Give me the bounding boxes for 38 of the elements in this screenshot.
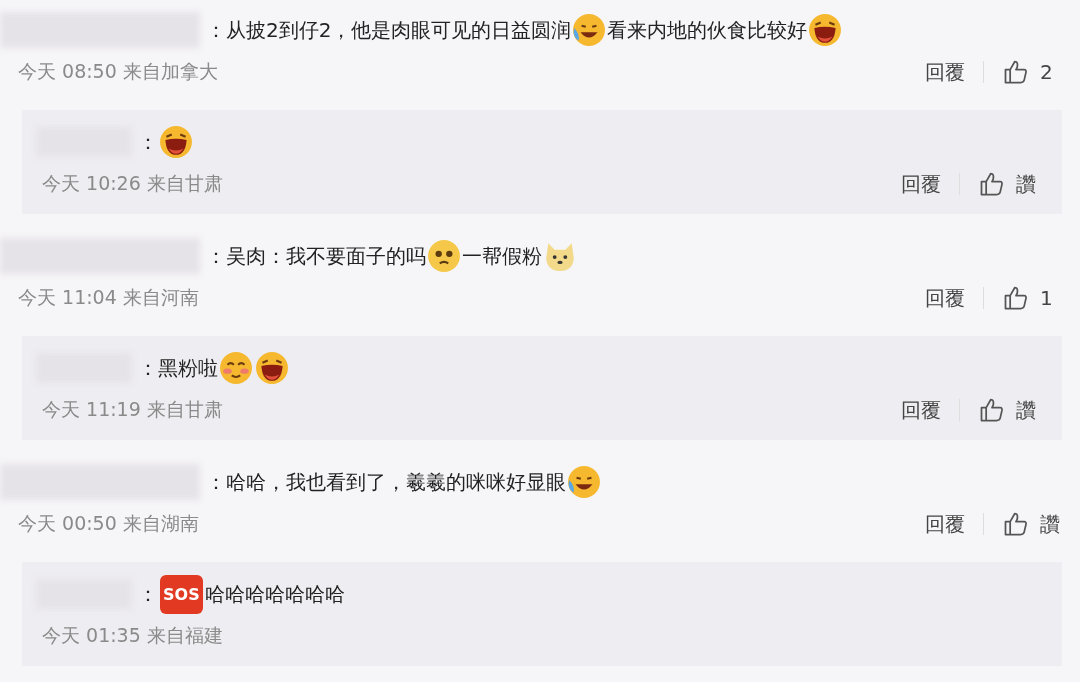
comment-text: ：从披2到仔2，他是肉眼可见的日益圆润 [206,16,572,44]
sos-emoji: SOS [160,574,203,614]
reply-text: ： [138,128,158,156]
reply-meta: 今天 10:26 来自甘肃 [42,171,223,196]
like-count: 1 [1040,286,1054,310]
reply-text: 哈哈哈哈哈哈哈 [204,580,345,608]
comment-meta: 今天 11:04 来自河南 [18,285,199,310]
crying-laughing-emoji-icon [572,13,607,47]
crying-laughing-emoji-icon [567,465,601,499]
sad-emoji-icon [427,239,461,273]
reply-meta: 今天 11:19 来自甘肃 [42,397,223,422]
thumbs-up-icon[interactable] [978,396,1006,424]
reply-button[interactable]: 回覆 [925,58,965,86]
comment-meta: 今天 00:50 来自湖南 [18,511,199,536]
laughing-emoji-icon [808,13,843,47]
reply-button[interactable]: 回覆 [925,510,965,538]
thumbs-up-icon[interactable] [1002,284,1030,312]
thumbs-up-icon[interactable] [978,170,1006,198]
like-count: 讚 [1016,170,1037,198]
comment-text: ：哈哈，我也看到了，羲羲的咪咪好显眼 [206,468,566,496]
laughing-emoji-icon [159,125,193,159]
like-count: 讚 [1040,510,1061,538]
blushing-emoji-icon [219,351,253,385]
comment-text: 看来内地的伙食比较好 [607,16,808,44]
like-count: 2 [1040,60,1054,84]
thumbs-up-icon[interactable] [1002,58,1030,86]
reply-button[interactable]: 回覆 [901,396,941,424]
reply-meta: 今天 01:35 来自福建 [42,623,223,648]
like-count: 讚 [1016,396,1037,424]
reply-button[interactable]: 回覆 [901,170,941,198]
thumbs-up-icon[interactable] [1002,510,1030,538]
comment-meta: 今天 08:50 来自加拿大 [18,59,218,84]
laughing-emoji-icon [255,351,289,385]
reply-text: ：黑粉啦 [138,354,218,382]
reply-text: ： [138,580,158,608]
reply-button[interactable]: 回覆 [925,284,965,312]
comment-text: ：吴肉：我不要面子的吗 [206,242,426,270]
comment-text: 一帮假粉 [462,242,542,270]
